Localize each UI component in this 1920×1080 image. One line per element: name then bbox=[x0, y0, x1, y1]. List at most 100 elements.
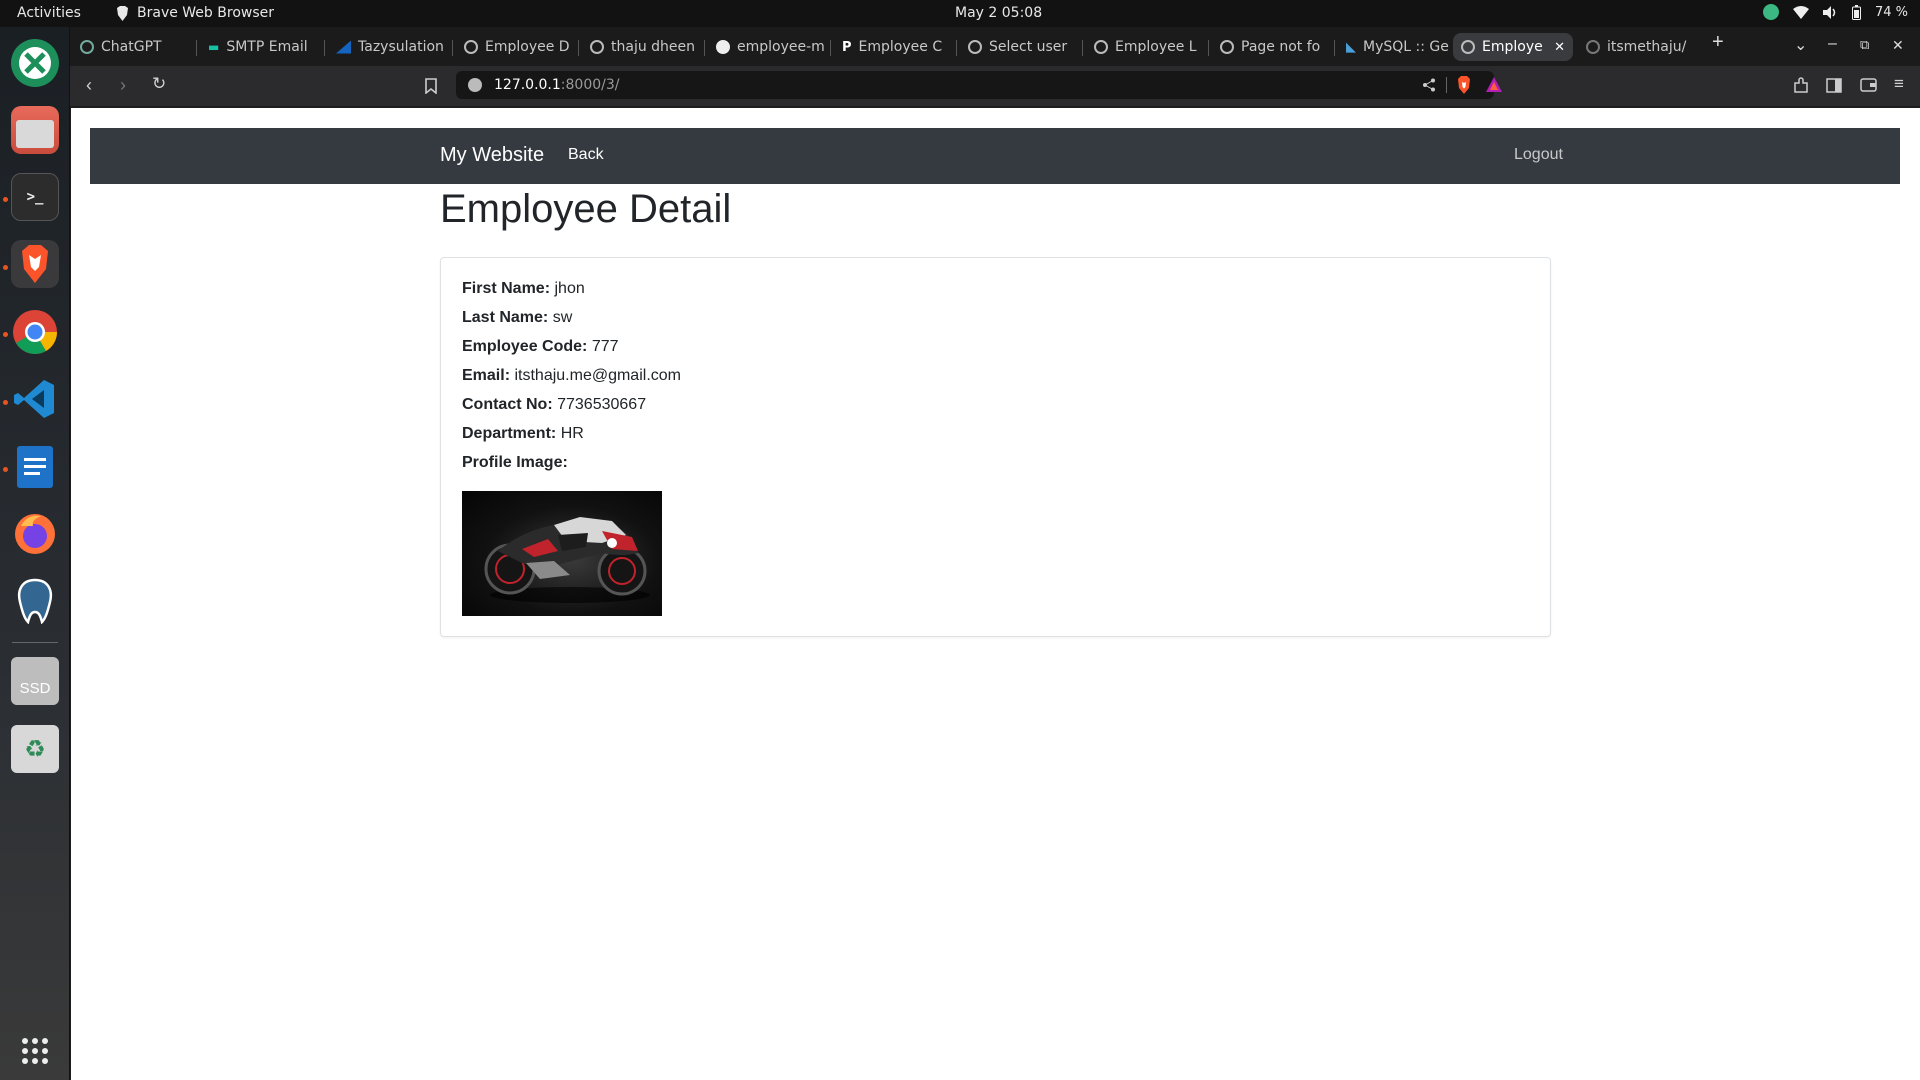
last-name-row: Last Name: sw bbox=[462, 309, 573, 326]
site-navbar: My Website Back Logout bbox=[90, 128, 1900, 184]
p-icon: P bbox=[842, 39, 852, 55]
site-info-icon[interactable] bbox=[468, 78, 482, 92]
running-indicator bbox=[3, 400, 8, 405]
globe-icon bbox=[1461, 40, 1475, 54]
pgadmin-icon[interactable] bbox=[11, 577, 59, 625]
dock-separator bbox=[12, 642, 58, 643]
brave-rewards-icon[interactable] bbox=[1486, 77, 1502, 92]
menu-icon[interactable]: ≡ bbox=[1894, 74, 1904, 94]
tab-tazysulation[interactable]: Tazysulation bbox=[328, 33, 446, 61]
tab-separator bbox=[452, 40, 453, 56]
logout-link[interactable]: Logout bbox=[1514, 146, 1563, 164]
tab-thaju-dheen[interactable]: thaju dheen bbox=[582, 33, 700, 61]
tab-search-chevron-icon[interactable]: ⌄ bbox=[1794, 35, 1807, 55]
tab-page-not-found[interactable]: Page not fo bbox=[1212, 33, 1330, 61]
wallet-icon[interactable] bbox=[1860, 78, 1877, 92]
last-name-value: sw bbox=[552, 309, 573, 326]
forward-arrow-icon[interactable]: › bbox=[120, 75, 126, 96]
globe-icon bbox=[464, 40, 478, 54]
tab-employee-l[interactable]: Employee L bbox=[1086, 33, 1204, 61]
system-top-bar: Activities Brave Web Browser May 2 05:08… bbox=[0, 0, 1920, 27]
contact-row: Contact No: 7736530667 bbox=[462, 396, 647, 413]
tab-employee-d[interactable]: Employee D bbox=[456, 33, 574, 61]
tab-select-user[interactable]: Select user bbox=[960, 33, 1078, 61]
activities-button[interactable]: Activities bbox=[17, 5, 81, 21]
profile-image bbox=[462, 491, 662, 616]
mysql-icon: ◣ bbox=[1346, 39, 1356, 55]
crossover-icon[interactable] bbox=[11, 39, 59, 87]
globe-icon bbox=[968, 40, 982, 54]
running-indicator bbox=[3, 197, 8, 202]
close-tab-icon[interactable]: ✕ bbox=[1554, 40, 1565, 55]
maximize-icon[interactable]: ⧉ bbox=[1860, 37, 1869, 53]
running-indicator bbox=[3, 467, 8, 472]
system-tray[interactable]: 74 % bbox=[1762, 4, 1908, 20]
minimize-icon[interactable]: – bbox=[1828, 35, 1837, 53]
url-text[interactable]: 127.0.0.1:8000/3/ bbox=[494, 77, 619, 93]
url-divider bbox=[1446, 77, 1447, 93]
tab-separator bbox=[956, 40, 957, 56]
tab-separator bbox=[196, 40, 197, 56]
employee-code-value: 777 bbox=[591, 338, 619, 355]
update-notifier-icon[interactable] bbox=[1762, 4, 1779, 20]
tab-employee-m[interactable]: employee-m bbox=[708, 33, 826, 61]
bookmark-icon[interactable] bbox=[425, 78, 437, 94]
clock[interactable]: May 2 05:08 bbox=[955, 5, 1042, 21]
sidebar-icon[interactable] bbox=[1826, 78, 1842, 93]
department-value: HR bbox=[560, 425, 584, 442]
employee-code-row: Employee Code: 777 bbox=[462, 338, 619, 355]
email-value: itsthaju.me@gmail.com bbox=[514, 367, 681, 384]
globe-icon bbox=[1094, 40, 1108, 54]
first-name-value: jhon bbox=[554, 280, 585, 297]
tab-separator bbox=[1082, 40, 1083, 56]
ssd-label: SSD bbox=[19, 679, 51, 697]
files-icon[interactable] bbox=[11, 106, 59, 154]
tab-separator bbox=[578, 40, 579, 56]
contact-value: 7736530667 bbox=[557, 396, 647, 413]
globe-icon bbox=[590, 40, 604, 54]
tab-smtp-email[interactable]: ▬ SMTP Email bbox=[200, 33, 318, 61]
firefox-icon[interactable] bbox=[11, 510, 59, 558]
tab-itsmethaju[interactable]: itsmethaju/ bbox=[1578, 33, 1696, 61]
brave-shields-icon[interactable] bbox=[1456, 76, 1472, 94]
extensions-icon[interactable] bbox=[1792, 77, 1810, 95]
volume-icon bbox=[1822, 5, 1836, 19]
first-name-row: First Name: jhon bbox=[462, 280, 585, 297]
back-link[interactable]: Back bbox=[568, 146, 604, 164]
share-icon[interactable] bbox=[1422, 78, 1436, 92]
battery-percent: 74 % bbox=[1874, 4, 1908, 20]
tab-mysql[interactable]: ◣ MySQL :: Ge bbox=[1338, 33, 1456, 61]
chrome-icon[interactable] bbox=[11, 308, 59, 356]
running-indicator bbox=[3, 265, 8, 270]
ubuntu-dock: >_ SSD ♻ bbox=[0, 27, 70, 1080]
github-icon bbox=[1586, 40, 1600, 54]
app-menu[interactable]: Brave Web Browser bbox=[116, 5, 274, 21]
browser-toolbar: ‹ › ↻ 127.0.0.1:8000/3/ ≡ bbox=[70, 66, 1920, 106]
show-apps-icon[interactable] bbox=[11, 1027, 59, 1075]
tab-employee-active[interactable]: Employe ✕ bbox=[1453, 33, 1573, 61]
github-icon bbox=[716, 40, 730, 54]
brave-browser-icon[interactable] bbox=[11, 240, 59, 288]
libreoffice-writer-icon[interactable] bbox=[11, 443, 59, 491]
tab-chatgpt[interactable]: ChatGPT bbox=[72, 33, 190, 61]
motorcycle-image bbox=[484, 517, 650, 603]
reload-icon[interactable]: ↻ bbox=[152, 74, 166, 94]
site-brand[interactable]: My Website bbox=[440, 144, 544, 167]
mail-icon: ▬ bbox=[208, 40, 220, 54]
address-bar[interactable]: 127.0.0.1:8000/3/ bbox=[456, 71, 1502, 99]
vscode-icon[interactable] bbox=[11, 375, 59, 423]
tab-separator bbox=[1334, 40, 1335, 56]
back-arrow-icon[interactable]: ‹ bbox=[86, 75, 92, 96]
trash-icon[interactable]: ♻ bbox=[11, 725, 59, 773]
email-row: Email: itsthaju.me@gmail.com bbox=[462, 367, 681, 384]
running-indicator bbox=[3, 332, 8, 337]
close-window-icon[interactable]: ✕ bbox=[1892, 37, 1904, 54]
tab-employee-c[interactable]: P Employee C bbox=[834, 33, 952, 61]
tab-strip: ChatGPT ▬ SMTP Email Tazysulation Employe… bbox=[70, 27, 1920, 66]
ssd-drive-icon[interactable]: SSD bbox=[11, 657, 59, 705]
brave-icon bbox=[117, 5, 128, 21]
terminal-icon[interactable]: >_ bbox=[11, 173, 59, 221]
new-tab-icon[interactable]: + bbox=[1712, 31, 1724, 54]
department-row: Department: HR bbox=[462, 425, 584, 442]
app-name: Brave Web Browser bbox=[137, 5, 274, 21]
